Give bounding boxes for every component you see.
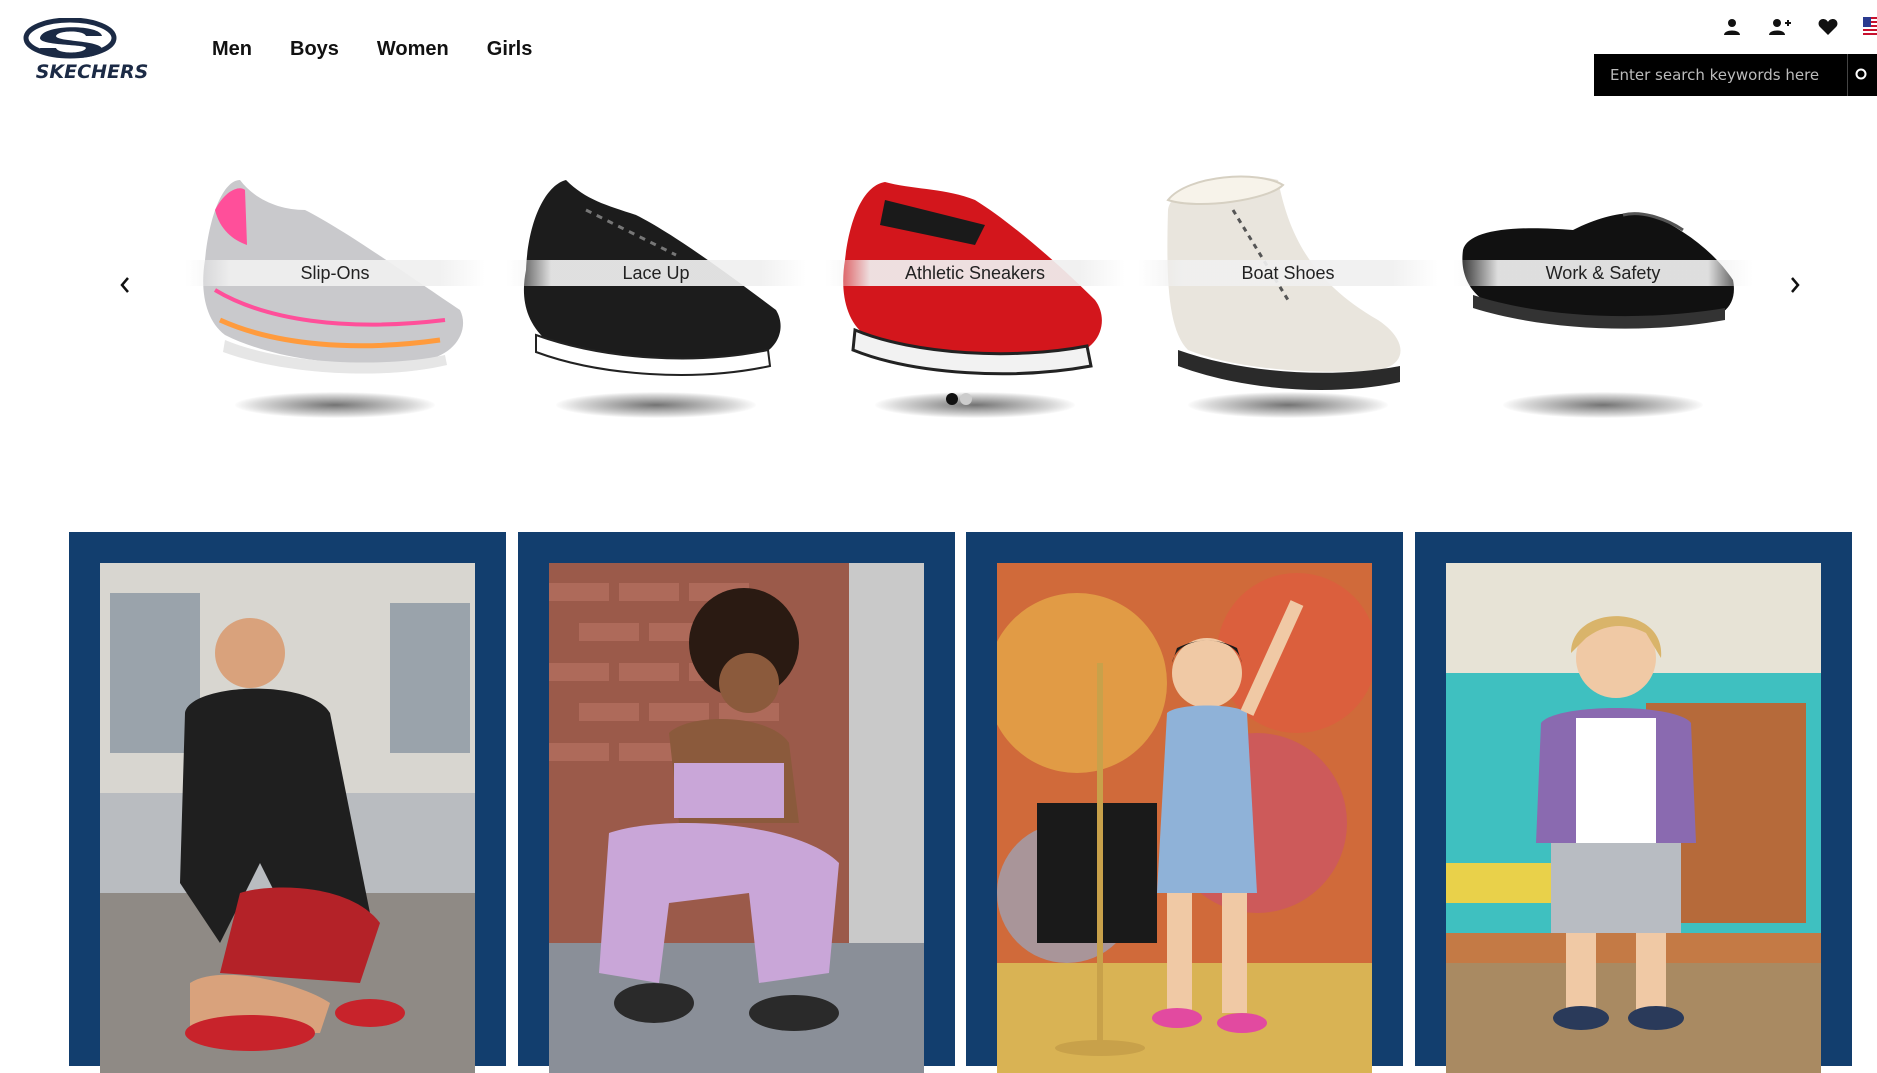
- nav-women[interactable]: Women: [377, 38, 449, 61]
- shoe-shadow: [556, 392, 756, 418]
- boys-lifestyle-photo: [1446, 563, 1821, 1073]
- us-flag-icon[interactable]: [1863, 17, 1877, 37]
- women-lifestyle-photo: [549, 563, 924, 1073]
- carousel-slide-athletic-sneakers[interactable]: Athletic Sneakers: [825, 170, 1125, 440]
- category-tile-girls[interactable]: [966, 532, 1403, 1073]
- logo-text: SKECHERS: [36, 61, 149, 83]
- category-carousel: Slip-Ons Lace Up Athletic Sneakers Boat …: [0, 150, 1877, 440]
- account-icon[interactable]: [1719, 14, 1745, 40]
- search-icon[interactable]: [1846, 54, 1877, 96]
- heart-icon[interactable]: [1815, 14, 1841, 40]
- carousel-slide-boat-shoes[interactable]: Boat Shoes: [1138, 170, 1438, 440]
- utility-bar: [1719, 14, 1877, 40]
- nav-boys[interactable]: Boys: [290, 38, 339, 61]
- category-tile-men[interactable]: [69, 532, 506, 1073]
- category-tile-boys[interactable]: [1415, 532, 1852, 1073]
- nav-men[interactable]: Men: [212, 38, 252, 61]
- slide-label: Athletic Sneakers: [825, 260, 1125, 286]
- nav-girls[interactable]: Girls: [487, 38, 533, 61]
- add-user-icon[interactable]: [1767, 14, 1793, 40]
- search-bar: [1594, 54, 1877, 96]
- slide-label: Work & Safety: [1453, 260, 1753, 286]
- skechers-logo[interactable]: SKECHERS: [12, 17, 172, 84]
- carousel-dot-1[interactable]: [946, 393, 958, 405]
- carousel-slide-work-safety[interactable]: Work & Safety: [1453, 170, 1753, 440]
- chevron-right-icon[interactable]: [1780, 270, 1810, 300]
- carousel-dot-2[interactable]: [960, 393, 972, 405]
- carousel-slide-lace-up[interactable]: Lace Up: [506, 170, 806, 440]
- category-tile-women[interactable]: [518, 532, 955, 1073]
- slide-label: Boat Shoes: [1138, 260, 1438, 286]
- slide-label: Lace Up: [506, 260, 806, 286]
- main-nav: Men Boys Women Girls: [212, 38, 532, 61]
- skechers-logo-mark: SKECHERS: [16, 17, 166, 83]
- chevron-left-icon[interactable]: [110, 270, 140, 300]
- shoe-shadow: [1188, 392, 1388, 418]
- carousel-dots: [946, 393, 972, 405]
- men-lifestyle-photo: [100, 563, 475, 1073]
- shoe-shadow: [235, 392, 435, 418]
- search-input[interactable]: [1594, 65, 1847, 85]
- girls-lifestyle-photo: [997, 563, 1372, 1073]
- shoe-shadow: [875, 392, 1075, 418]
- carousel-slide-slip-ons[interactable]: Slip-Ons: [185, 170, 485, 440]
- slide-label: Slip-Ons: [185, 260, 485, 286]
- shoe-shadow: [1503, 392, 1703, 418]
